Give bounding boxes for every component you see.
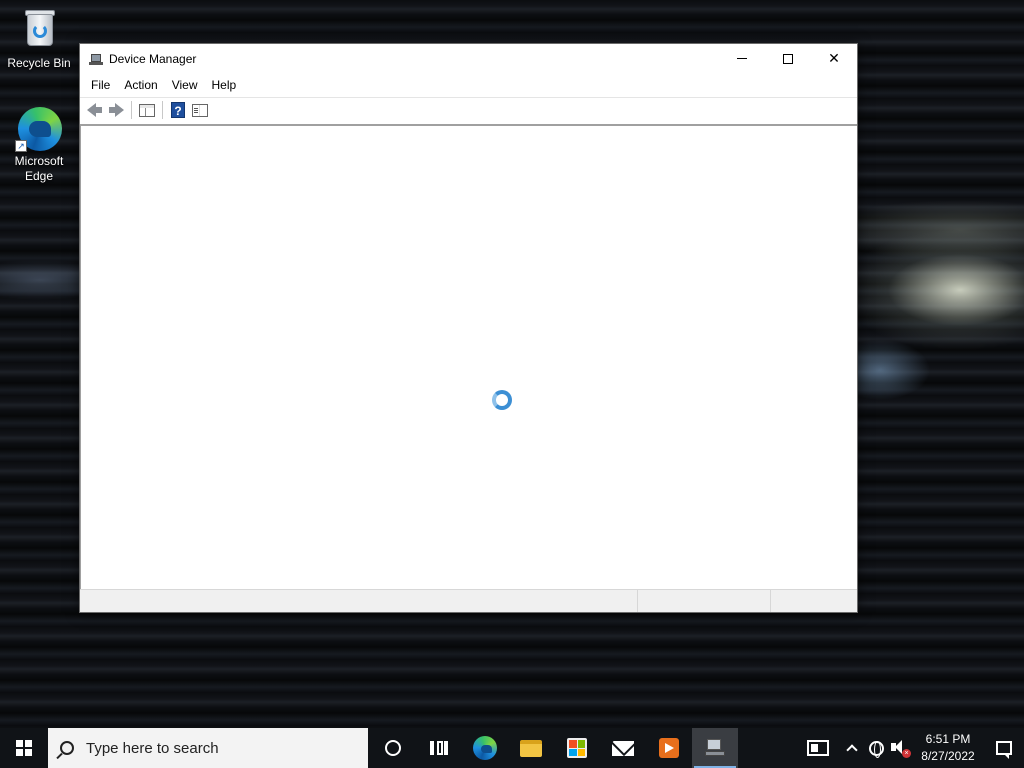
- forward-button[interactable]: [105, 100, 127, 120]
- clock-time: 6:51 PM: [925, 732, 971, 746]
- taskbar-search-box[interactable]: Type here to search: [48, 728, 368, 768]
- search-icon: [60, 741, 74, 755]
- toolbar-separator: [162, 101, 163, 119]
- mute-badge: ×: [902, 749, 911, 758]
- network-button[interactable]: [864, 728, 888, 768]
- toolbar-separator: [131, 101, 132, 119]
- folder-icon: [520, 739, 542, 757]
- mail-icon: [612, 740, 634, 756]
- loading-spinner-icon: [492, 390, 512, 410]
- menu-view[interactable]: View: [165, 74, 205, 96]
- edge-icon: ↗: [15, 104, 63, 152]
- minimize-button[interactable]: [719, 44, 765, 73]
- help-icon: ?: [171, 102, 185, 118]
- system-tray: × 6:51 PM 8/27/2022: [800, 728, 1024, 768]
- console-tree-icon: [139, 103, 155, 117]
- menu-action[interactable]: Action: [117, 74, 164, 96]
- status-bar: [80, 589, 857, 612]
- taskbar-edge-button[interactable]: [462, 728, 508, 768]
- cortana-icon: [385, 740, 401, 756]
- desktop-icon-label: Microsoft Edge: [14, 154, 64, 183]
- recycle-bin-icon: [15, 6, 63, 54]
- window-title: Device Manager: [109, 51, 197, 66]
- device-manager-icon: [705, 739, 725, 757]
- title-bar[interactable]: Device Manager ✕: [80, 44, 857, 73]
- action-pane-icon: [192, 103, 208, 117]
- taskbar-file-explorer-button[interactable]: [508, 728, 554, 768]
- back-arrow-icon: [86, 103, 102, 117]
- news-icon: [807, 740, 829, 756]
- show-hidden-icons-button[interactable]: [840, 728, 864, 768]
- close-button[interactable]: ✕: [811, 44, 857, 73]
- news-and-interests-button[interactable]: [800, 728, 840, 768]
- action-center-button[interactable]: [984, 728, 1024, 768]
- maximize-button[interactable]: [765, 44, 811, 73]
- back-button[interactable]: [83, 100, 105, 120]
- notification-icon: [996, 741, 1012, 759]
- device-tree-pane[interactable]: [80, 124, 857, 589]
- menu-bar: File Action View Help: [80, 73, 857, 97]
- menu-file[interactable]: File: [84, 74, 117, 96]
- volume-button[interactable]: ×: [888, 728, 912, 768]
- task-view-icon: [430, 741, 448, 755]
- speaker-muted-icon: ×: [891, 740, 911, 758]
- desktop-icon-label: Recycle Bin: [7, 56, 71, 70]
- taskbar-clock[interactable]: 6:51 PM 8/27/2022: [912, 731, 984, 765]
- clock-date: 8/27/2022: [921, 749, 975, 763]
- media-player-icon: [659, 738, 679, 758]
- status-pane-main: [80, 590, 638, 612]
- globe-icon: [868, 740, 884, 758]
- device-manager-icon: [89, 52, 103, 66]
- close-icon: ✕: [828, 50, 840, 66]
- help-button[interactable]: ?: [167, 100, 189, 120]
- taskbar-store-button[interactable]: [554, 728, 600, 768]
- status-pane-secondary: [638, 590, 771, 612]
- chevron-up-icon: [846, 744, 858, 756]
- taskbar-mail-button[interactable]: [600, 728, 646, 768]
- minimize-icon: [737, 58, 747, 59]
- taskbar-task-view-button[interactable]: [416, 728, 462, 768]
- desktop-icon-recycle-bin[interactable]: Recycle Bin: [1, 6, 77, 71]
- show-hide-action-pane-button[interactable]: [189, 100, 211, 120]
- search-placeholder: Type here to search: [86, 739, 219, 757]
- edge-icon: [473, 736, 497, 760]
- store-icon: [567, 738, 587, 758]
- desktop-icon-microsoft-edge[interactable]: ↗ Microsoft Edge: [1, 104, 77, 184]
- show-hide-console-tree-button[interactable]: [136, 100, 158, 120]
- toolbar: ?: [80, 97, 857, 122]
- taskbar-media-player-button[interactable]: [646, 728, 692, 768]
- menu-help[interactable]: Help: [205, 74, 244, 96]
- start-button[interactable]: [0, 728, 48, 768]
- status-pane-tertiary: [771, 590, 857, 612]
- device-manager-window[interactable]: Device Manager ✕ File Action View Help ?: [79, 43, 858, 613]
- forward-arrow-icon: [108, 103, 124, 117]
- taskbar-cortana-button[interactable]: [370, 728, 416, 768]
- maximize-icon: [783, 53, 793, 64]
- shortcut-arrow-icon: ↗: [15, 140, 27, 152]
- taskbar-device-manager-button[interactable]: [692, 728, 738, 768]
- windows-logo-icon: [16, 740, 32, 756]
- taskbar: Type here to search × 6:51 PM 8/27/2022: [0, 728, 1024, 768]
